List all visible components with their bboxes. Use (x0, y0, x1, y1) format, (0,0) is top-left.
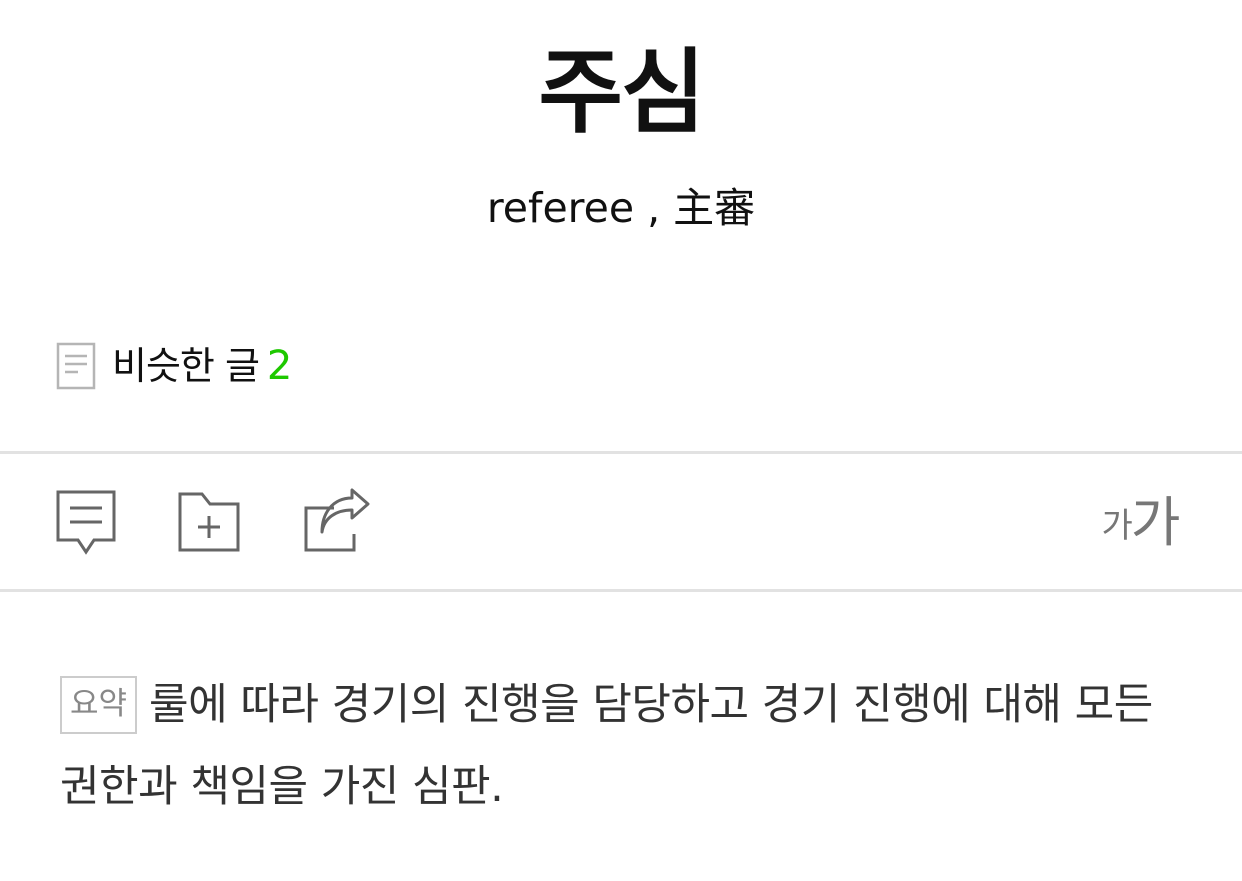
divider (0, 589, 1242, 592)
similar-posts-link[interactable]: 비슷한 글 2 (56, 340, 292, 392)
share-icon (302, 488, 382, 554)
summary-text: 룰에 따라 경기의 진행을 담당하고 경기 진행에 대해 모든 권한과 책임을 … (60, 680, 1153, 812)
entry-title: 주심 (538, 39, 705, 146)
folder-add-icon (176, 488, 248, 554)
save-to-folder-button[interactable] (176, 488, 248, 560)
divider (0, 451, 1242, 454)
share-button[interactable] (302, 488, 382, 560)
font-size-large-label: 가 (1130, 491, 1181, 554)
summary-badge: 요약 (60, 676, 138, 734)
comment-button[interactable] (54, 488, 126, 560)
entry-subtitle: referee , 主審 (486, 184, 756, 232)
summary: 요약 룰에 따라 경기의 진행을 담당하고 경기 진행에 대해 모든 권한과 책임… (60, 664, 1180, 828)
comment-icon (54, 488, 126, 560)
similar-posts-count: 2 (266, 343, 293, 389)
font-size-small-label: 가 (1101, 506, 1133, 546)
similar-posts-label: 비슷한 글 (112, 344, 260, 388)
document-icon (56, 342, 96, 390)
font-size-button[interactable]: 가 가 (1090, 486, 1190, 556)
